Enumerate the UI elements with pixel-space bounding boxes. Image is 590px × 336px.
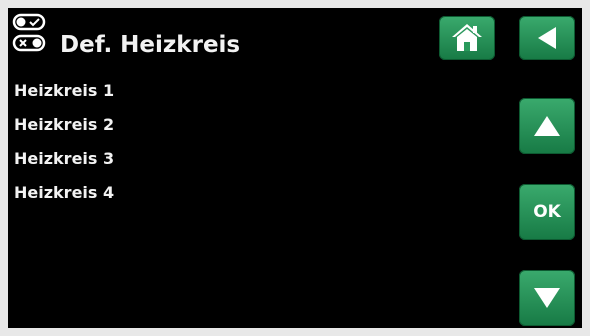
list-item-heizkreis-1[interactable]: Heizkreis 1 [14, 80, 114, 114]
back-button[interactable] [519, 16, 575, 60]
arrow-up-icon [534, 116, 560, 136]
page-title: Def. Heizkreis [60, 32, 241, 58]
list-item-heizkreis-2[interactable]: Heizkreis 2 [14, 114, 114, 148]
screen: Def. Heizkreis Heizkreis 1 Heizkreis 2 H… [8, 8, 582, 328]
arrow-down-icon [534, 288, 560, 308]
list-item-heizkreis-3[interactable]: Heizkreis 3 [14, 148, 114, 182]
scroll-up-button[interactable] [519, 98, 575, 154]
back-arrow-icon [538, 27, 556, 49]
home-button[interactable] [439, 16, 495, 60]
ok-button-label: OK [533, 202, 561, 222]
toggle-switches-icon [12, 13, 46, 52]
home-icon [452, 24, 482, 51]
heating-circuit-list: Heizkreis 1 Heizkreis 2 Heizkreis 3 Heiz… [14, 80, 114, 216]
list-item-heizkreis-4[interactable]: Heizkreis 4 [14, 182, 114, 216]
ok-button[interactable]: OK [519, 184, 575, 240]
scroll-down-button[interactable] [519, 270, 575, 326]
